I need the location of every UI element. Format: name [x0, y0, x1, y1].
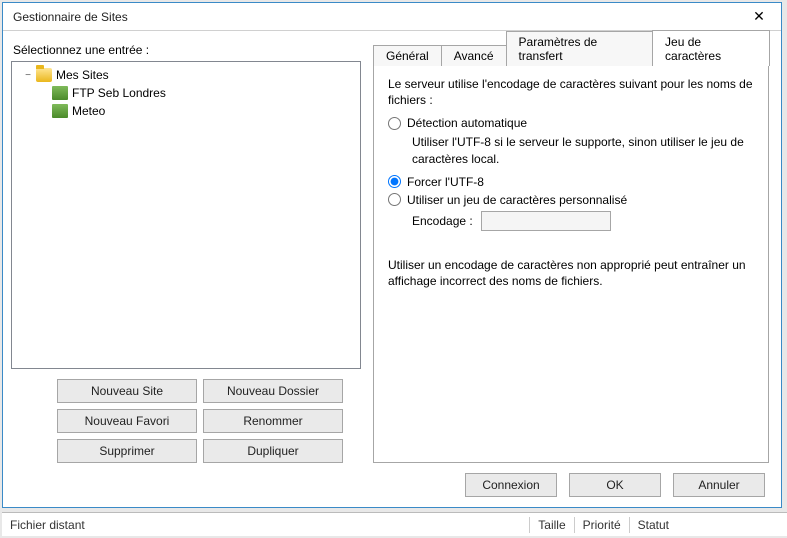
tree-root[interactable]: − Mes Sites: [14, 66, 358, 84]
rename-button[interactable]: Renommer: [203, 409, 343, 433]
connect-button[interactable]: Connexion: [465, 473, 557, 497]
dialog-body: Sélectionnez une entrée : − Mes Sites FT…: [3, 31, 781, 507]
col-priority[interactable]: Priorité: [583, 518, 621, 532]
charset-panel: Le serveur utilise l'encodage de caractè…: [373, 65, 769, 463]
radio-auto-label: Détection automatique: [407, 116, 527, 130]
tab-general[interactable]: Général: [373, 45, 442, 66]
right-panel: Général Avancé Paramètres de transfert J…: [373, 39, 769, 463]
ok-button[interactable]: OK: [569, 473, 661, 497]
charset-intro: Le serveur utilise l'encodage de caractè…: [388, 76, 754, 108]
select-entry-label: Sélectionnez une entrée :: [13, 43, 361, 57]
site-icon: [52, 86, 68, 100]
duplicate-button[interactable]: Dupliquer: [203, 439, 343, 463]
window-title: Gestionnaire de Sites: [13, 10, 128, 24]
tab-advanced[interactable]: Avancé: [441, 45, 507, 66]
folder-icon: [36, 68, 52, 82]
close-icon[interactable]: ✕: [743, 5, 775, 29]
radio-force-row[interactable]: Forcer l'UTF-8: [388, 175, 754, 189]
tab-bar: Général Avancé Paramètres de transfert J…: [373, 41, 769, 65]
site-buttons: Nouveau Site Nouveau Dossier Nouveau Fav…: [57, 379, 343, 463]
radio-force[interactable]: [388, 175, 401, 188]
cancel-button[interactable]: Annuler: [673, 473, 765, 497]
new-site-button[interactable]: Nouveau Site: [57, 379, 197, 403]
queue-header: Fichier distant Taille Priorité Statut: [2, 512, 787, 536]
tab-charset[interactable]: Jeu de caractères: [652, 30, 770, 66]
collapse-icon[interactable]: −: [22, 70, 34, 81]
tree-item[interactable]: Meteo: [14, 102, 358, 120]
new-bookmark-button[interactable]: Nouveau Favori: [57, 409, 197, 433]
encoding-input[interactable]: [481, 211, 611, 231]
tree-root-label: Mes Sites: [56, 68, 109, 82]
site-manager-dialog: Gestionnaire de Sites ✕ Sélectionnez une…: [2, 2, 782, 508]
radio-custom-label: Utiliser un jeu de caractères personnali…: [407, 193, 627, 207]
titlebar: Gestionnaire de Sites ✕: [3, 3, 781, 31]
radio-auto-row[interactable]: Détection automatique: [388, 116, 754, 130]
encoding-row: Encodage :: [412, 211, 754, 231]
tree-item-label: Meteo: [72, 104, 105, 118]
radio-custom-row[interactable]: Utiliser un jeu de caractères personnali…: [388, 193, 754, 207]
col-remote-file[interactable]: Fichier distant: [10, 518, 85, 532]
new-folder-button[interactable]: Nouveau Dossier: [203, 379, 343, 403]
delete-button[interactable]: Supprimer: [57, 439, 197, 463]
left-panel: Sélectionnez une entrée : − Mes Sites FT…: [11, 39, 361, 463]
tab-transfer[interactable]: Paramètres de transfert: [506, 31, 654, 66]
radio-force-label: Forcer l'UTF-8: [407, 175, 484, 189]
auto-sub: Utiliser l'UTF-8 si le serveur le suppor…: [412, 134, 754, 166]
tree-item-label: FTP Seb Londres: [72, 86, 166, 100]
tree-item[interactable]: FTP Seb Londres: [14, 84, 358, 102]
radio-auto[interactable]: [388, 117, 401, 130]
col-size[interactable]: Taille: [538, 518, 565, 532]
encoding-label: Encodage :: [412, 214, 473, 228]
radio-custom[interactable]: [388, 193, 401, 206]
col-status[interactable]: Statut: [638, 518, 669, 532]
charset-warning: Utiliser un encodage de caractères non a…: [388, 257, 754, 289]
site-tree[interactable]: − Mes Sites FTP Seb Londres Meteo: [11, 61, 361, 369]
site-icon: [52, 104, 68, 118]
dialog-actions: Connexion OK Annuler: [11, 473, 769, 497]
